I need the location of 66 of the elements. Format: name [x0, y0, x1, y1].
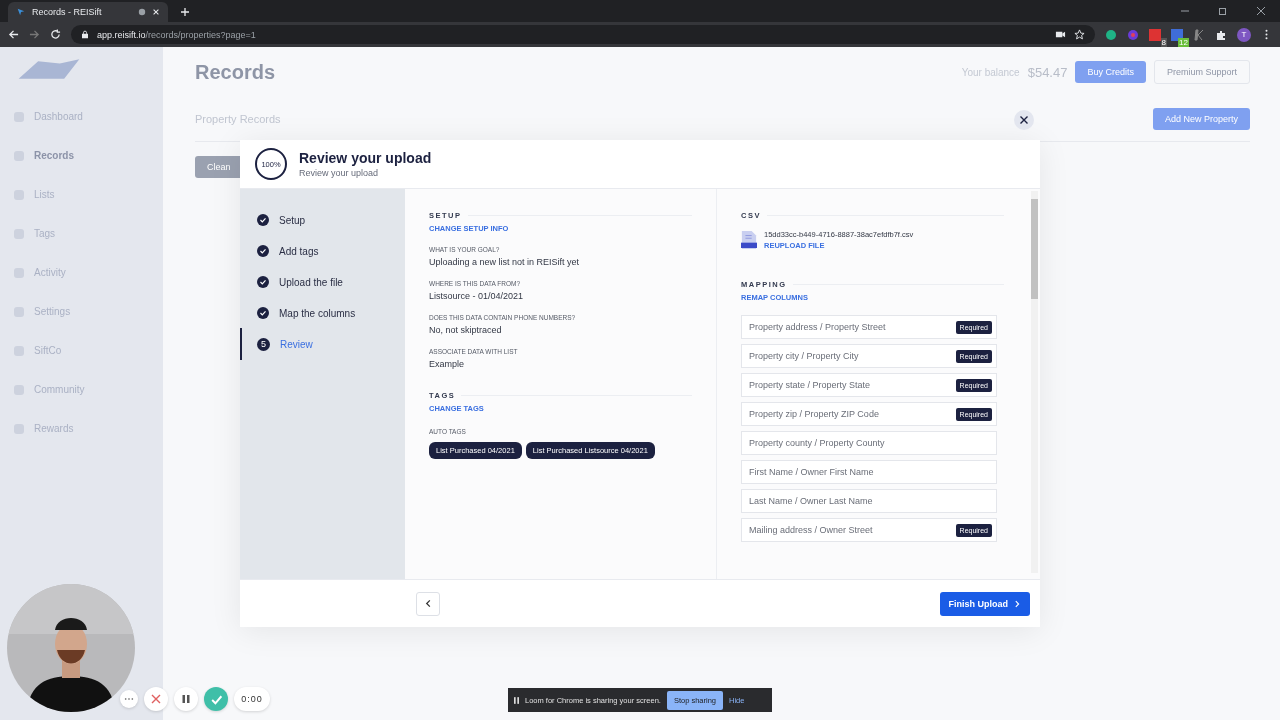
- field-value: No, not skiptraced: [429, 325, 503, 335]
- wizard-step[interactable]: Map the columns: [240, 297, 405, 329]
- mapping-label: Property county / Property County: [749, 438, 885, 448]
- balance-value: $54.47: [1027, 64, 1068, 80]
- close-icon: [1019, 115, 1029, 125]
- wizard-step[interactable]: 5 Review: [240, 328, 405, 360]
- wizard-step[interactable]: Setup: [240, 204, 405, 236]
- page-title: Records: [195, 60, 276, 84]
- mapping-label: First Name / Owner First Name: [749, 467, 874, 477]
- browser-tab[interactable]: Records - REISift: [8, 2, 168, 22]
- mapping-label: Property address / Property Street: [749, 322, 886, 332]
- pause-icon: [514, 696, 519, 704]
- field-value: Example: [429, 359, 465, 369]
- extension-icon[interactable]: [1149, 28, 1161, 41]
- pause-button[interactable]: [174, 687, 198, 711]
- field-value: Uploading a new list not in REISift yet: [429, 257, 581, 267]
- back-arrow-icon[interactable]: [8, 29, 19, 40]
- restore-icon[interactable]: [1218, 6, 1228, 16]
- profile-avatar[interactable]: T: [1237, 27, 1251, 42]
- lock-icon: [81, 30, 89, 39]
- address-bar[interactable]: app.reisift.io/records/properties?page=1: [71, 25, 1095, 44]
- wizard-step[interactable]: Add tags: [240, 235, 405, 267]
- check-icon: [257, 214, 269, 226]
- star-icon[interactable]: [1074, 29, 1085, 40]
- tab-title: Records - REISift: [32, 7, 103, 17]
- mapping-row[interactable]: First Name / Owner First Name: [741, 460, 997, 484]
- mapping-row[interactable]: Property county / Property County: [741, 431, 997, 455]
- mapping-label: Property city / Property City: [749, 351, 859, 361]
- field-value: Listsource - 01/04/2021: [429, 291, 525, 301]
- chevron-left-icon: [423, 599, 433, 608]
- recording-timer: 0:00: [234, 687, 270, 711]
- check-icon: [257, 307, 269, 319]
- csv-file-icon: [741, 230, 757, 250]
- reload-icon[interactable]: [50, 29, 61, 40]
- pause-icon: [181, 694, 191, 704]
- extension-badge: 12: [1178, 37, 1189, 47]
- dialog-title: Review your upload: [299, 150, 432, 166]
- mapping-label: Property state / Property State: [749, 380, 871, 390]
- close-icon: [151, 694, 161, 704]
- extension-badge: 8: [1160, 37, 1167, 47]
- forward-arrow-icon[interactable]: [29, 29, 40, 40]
- more-icon: [124, 697, 134, 701]
- check-icon: [257, 245, 269, 257]
- finish-upload-button[interactable]: Finish Upload: [939, 591, 1030, 616]
- mapping-label: Last Name / Owner Last Name: [749, 496, 873, 506]
- scrollbar[interactable]: [1031, 191, 1038, 573]
- chevron-right-icon: [1013, 599, 1021, 608]
- puzzle-icon[interactable]: [1215, 28, 1227, 41]
- recording-icon: [138, 8, 146, 16]
- camera-icon[interactable]: [1055, 29, 1066, 40]
- mapping-label: Property zip / Property ZIP Code: [749, 409, 879, 419]
- dialog-subtitle: Review your upload: [299, 168, 380, 178]
- cancel-button[interactable]: [144, 687, 168, 711]
- close-button[interactable]: [1014, 110, 1034, 130]
- new-tab-icon[interactable]: [180, 7, 190, 17]
- close-icon[interactable]: [1256, 6, 1266, 16]
- extension-icon[interactable]: [1193, 28, 1205, 41]
- wizard-step[interactable]: Upload the file: [240, 266, 405, 298]
- premium-support-button[interactable]: Premium Support: [1153, 60, 1250, 84]
- check-icon: [257, 276, 269, 288]
- clean-button[interactable]: Clean: [195, 156, 243, 178]
- mapping-row[interactable]: Last Name / Owner Last Name: [741, 489, 997, 513]
- extension-icon[interactable]: [1171, 28, 1183, 41]
- extension-icon[interactable]: [1127, 28, 1139, 41]
- mapping-label: Mailing address / Owner Street: [749, 525, 873, 535]
- extension-icon[interactable]: [1105, 28, 1117, 41]
